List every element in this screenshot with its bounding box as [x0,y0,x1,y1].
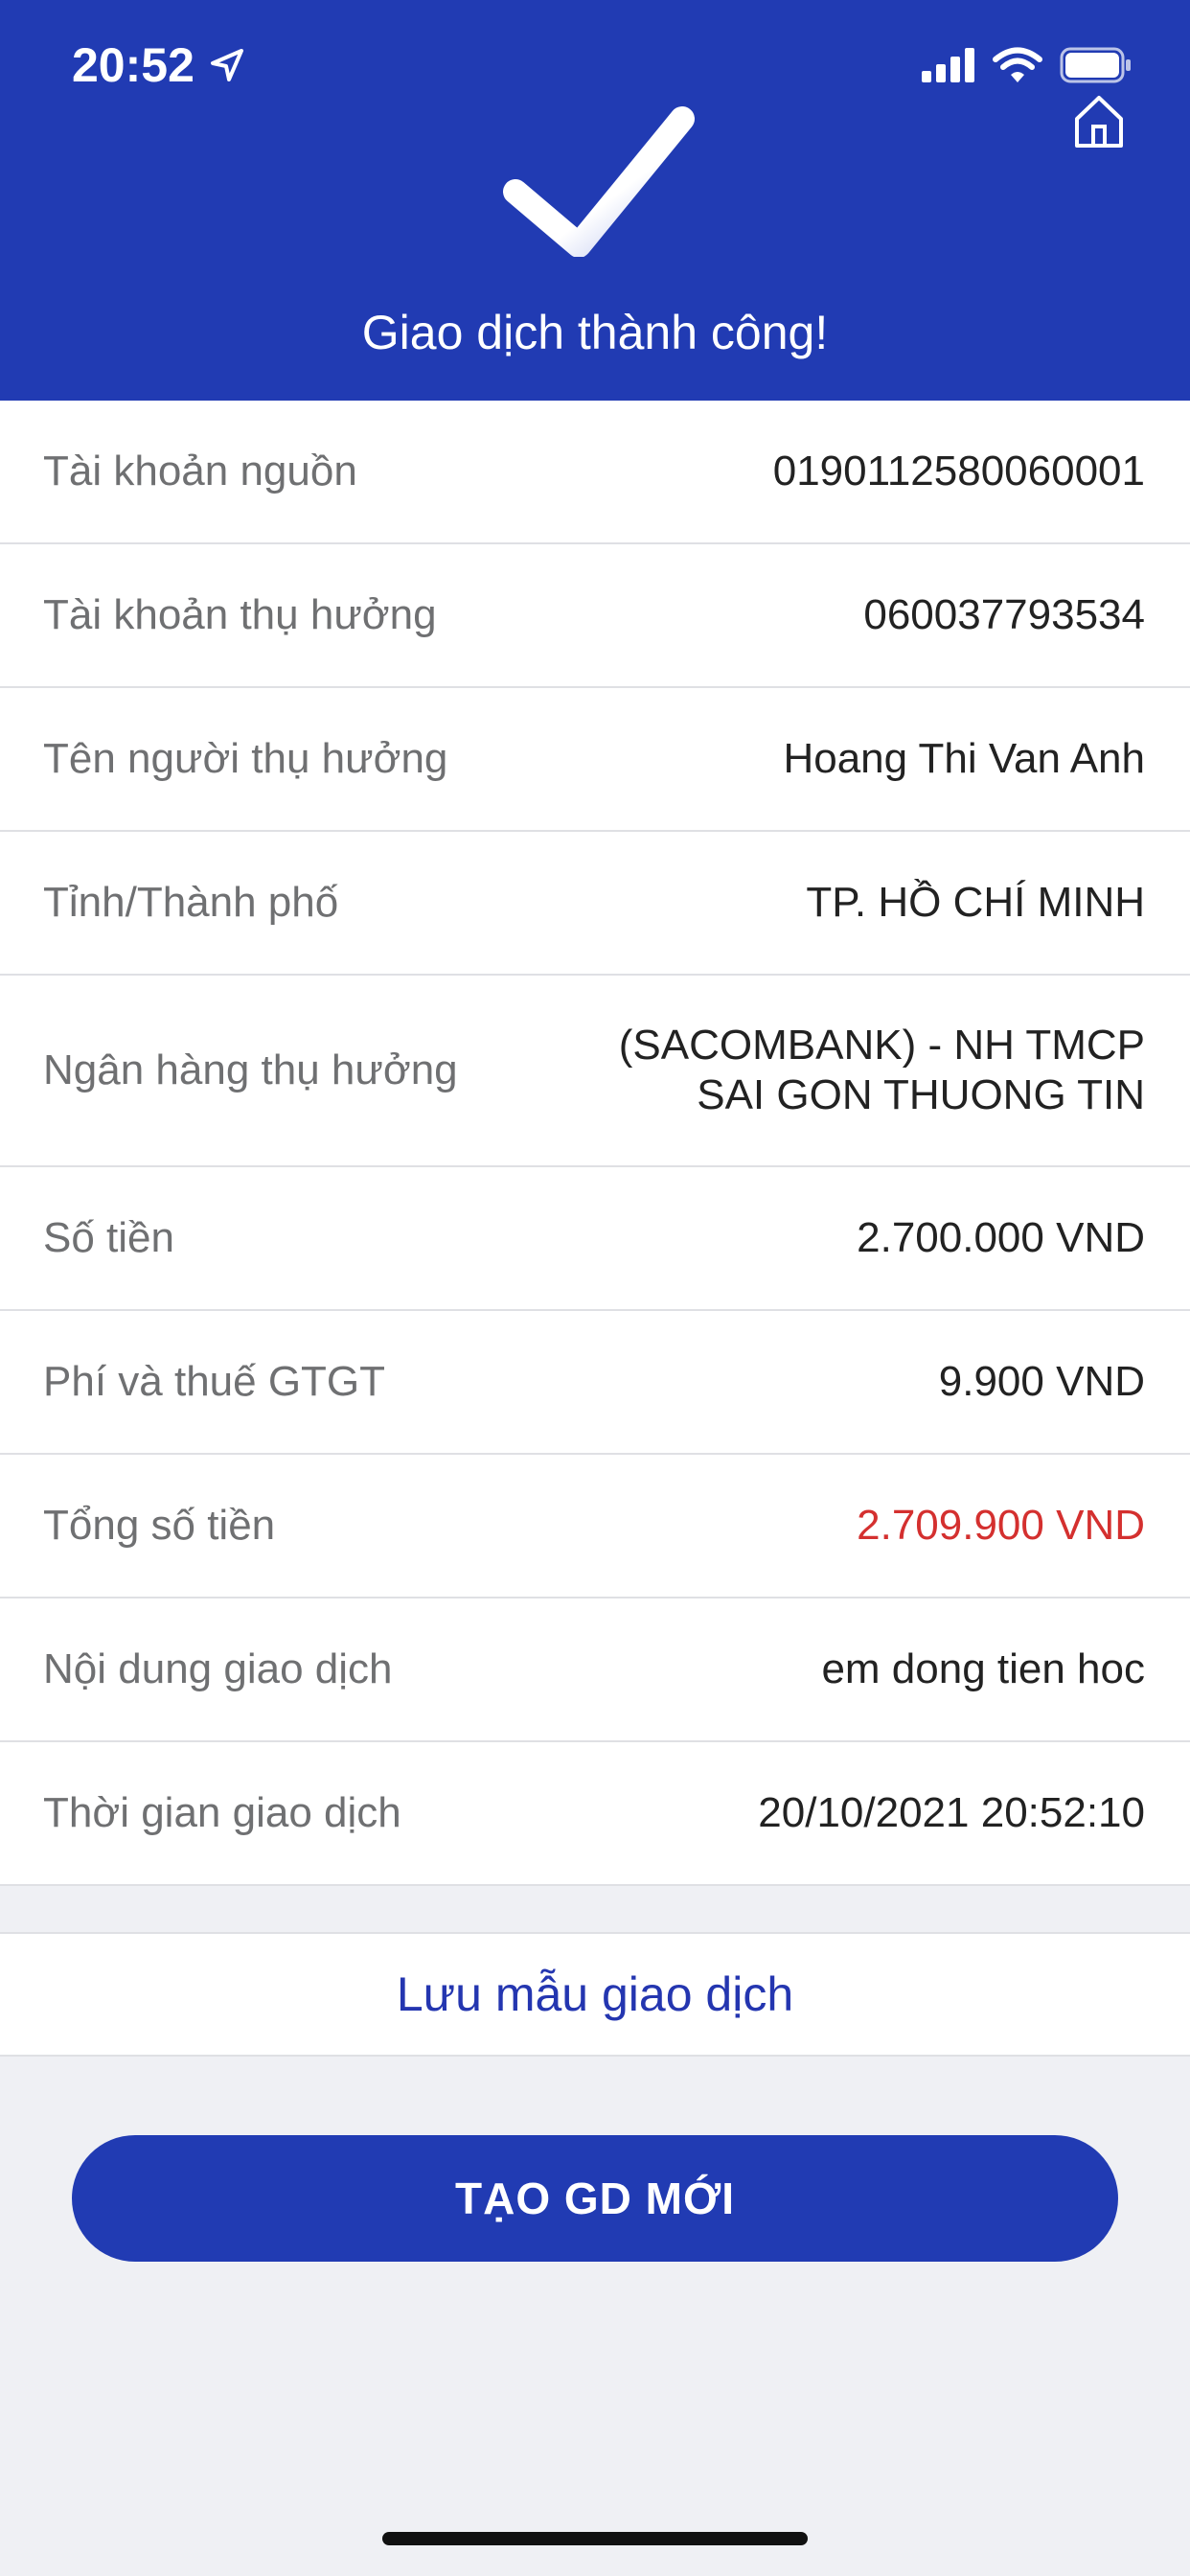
detail-value: (SACOMBANK) - NH TMCP SAI GON THUONG TIN [619,1021,1145,1120]
bank-name-line-2: SAI GON THUONG TIN [697,1071,1145,1118]
detail-label: Ngân hàng thụ hưởng [43,1046,458,1093]
detail-label: Nội dung giao dịch [43,1645,393,1692]
detail-row-total: Tổng số tiền 2.709.900 VND [0,1455,1190,1598]
detail-value: 2.700.000 VND [857,1214,1145,1261]
detail-row-province: Tỉnh/Thành phố TP. HỒ CHÍ MINH [0,832,1190,976]
wifi-icon [993,47,1042,82]
bank-name-line-1: (SACOMBANK) - NH TMCP [618,1022,1145,1069]
detail-row-fee: Phí và thuế GTGT 9.900 VND [0,1311,1190,1455]
new-transaction-button[interactable]: TẠO GD MỚI [72,2135,1118,2262]
save-template-button[interactable]: Lưu mẫu giao dịch [0,1932,1190,2057]
battery-icon [1060,47,1131,83]
detail-label: Số tiền [43,1214,174,1261]
detail-value: em dong tien hoc [821,1645,1145,1692]
detail-label: Tổng số tiền [43,1502,276,1549]
success-title: Giao dịch thành công! [361,306,829,359]
transaction-details: Tài khoản nguồn 0190112580060001 Tài kho… [0,401,1190,1886]
detail-label: Tài khoản nguồn [43,448,357,494]
detail-value: 0190112580060001 [772,448,1145,494]
detail-value: TP. HỒ CHÍ MINH [806,879,1145,926]
detail-row-source-account: Tài khoản nguồn 0190112580060001 [0,401,1190,544]
status-bar-time: 20:52 [72,34,246,96]
detail-value: Hoang Thi Van Anh [783,735,1145,782]
home-indicator[interactable] [382,2532,808,2545]
total-amount-value: 2.709.900 VND [857,1502,1145,1549]
cellular-signal-icon [922,48,974,82]
detail-row-beneficiary-name: Tên người thụ hưởng Hoang Thi Van Anh [0,688,1190,832]
detail-label: Phí và thuế GTGT [43,1358,386,1405]
home-icon[interactable] [1073,94,1125,150]
detail-value: 060037793534 [863,591,1145,638]
detail-row-time: Thời gian giao dịch 20/10/2021 20:52:10 [0,1742,1190,1886]
detail-row-beneficiary-bank: Ngân hàng thụ hưởng (SACOMBANK) - NH TMC… [0,976,1190,1167]
detail-label: Tài khoản thụ hưởng [43,591,437,638]
status-time-text: 20:52 [72,38,195,92]
status-bar-icons [922,42,1133,88]
detail-label: Tên người thụ hưởng [43,735,448,782]
detail-row-beneficiary-account: Tài khoản thụ hưởng 060037793534 [0,544,1190,688]
detail-row-amount: Số tiền 2.700.000 VND [0,1167,1190,1311]
detail-label: Thời gian giao dịch [43,1789,401,1836]
detail-row-content: Nội dung giao dịch em dong tien hoc [0,1598,1190,1742]
success-check-icon [503,106,695,257]
location-arrow-icon [210,49,243,81]
detail-value: 9.900 VND [938,1358,1145,1405]
detail-label: Tỉnh/Thành phố [43,879,339,926]
detail-value: 20/10/2021 20:52:10 [758,1789,1145,1836]
header: 20:52 Giao dịch thành công! [0,0,1190,401]
